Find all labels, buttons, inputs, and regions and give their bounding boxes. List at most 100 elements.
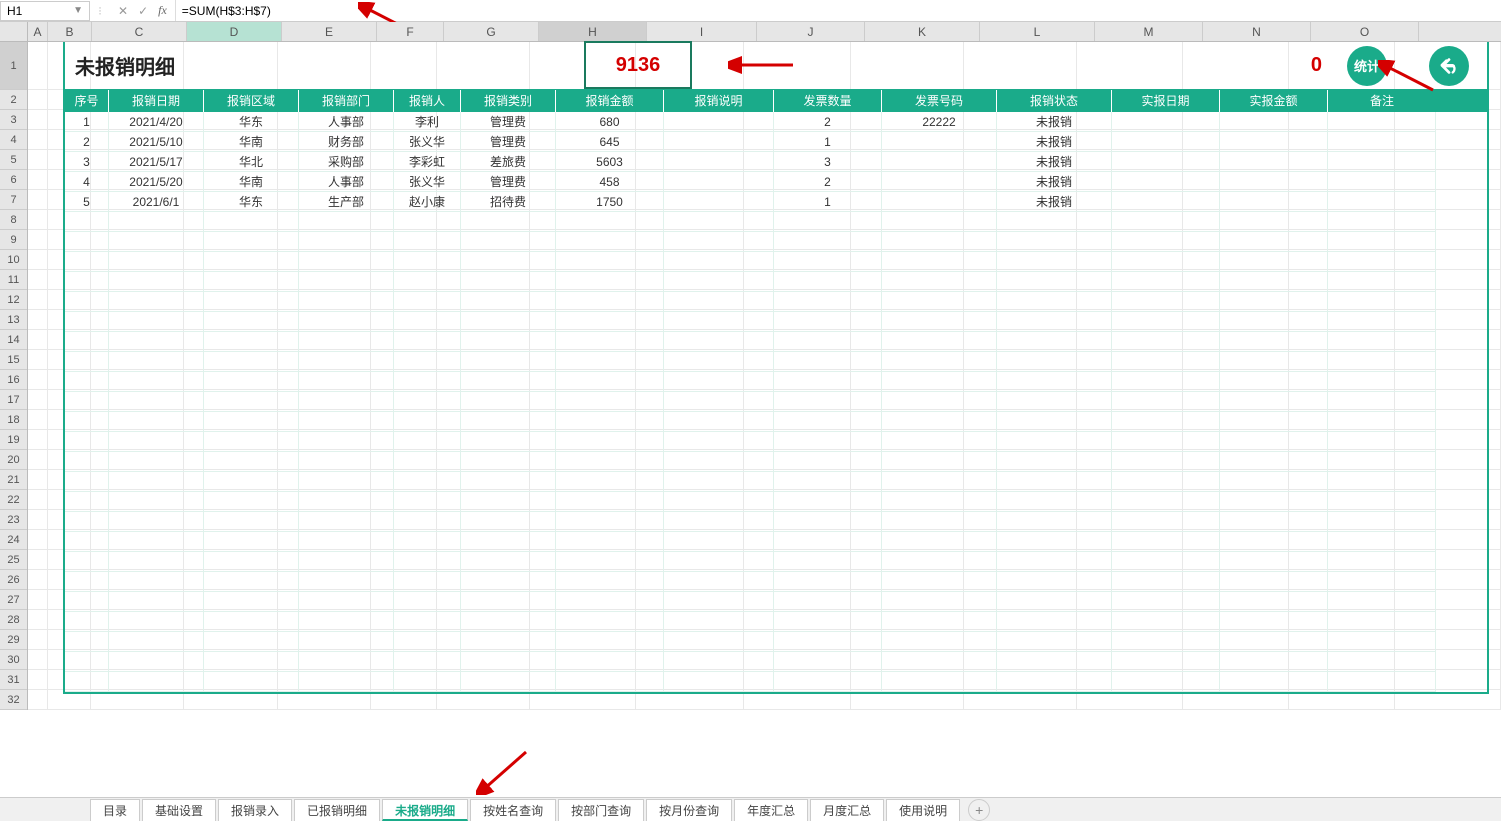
row-header-21[interactable]: 21 bbox=[0, 470, 27, 490]
row-header-16[interactable]: 16 bbox=[0, 370, 27, 390]
table-cell[interactable] bbox=[1112, 172, 1220, 192]
table-cell[interactable]: 645 bbox=[556, 132, 664, 152]
table-cell[interactable] bbox=[664, 152, 774, 172]
table-cell[interactable]: 财务部 bbox=[299, 132, 394, 152]
table-cell[interactable]: 未报销 bbox=[997, 132, 1112, 152]
table-row[interactable]: 12021/4/20华东人事部李利管理费680222222未报销 bbox=[65, 112, 1487, 132]
sheet-tab[interactable]: 按月份查询 bbox=[646, 799, 732, 821]
table-cell[interactable]: 张义华 bbox=[394, 172, 461, 192]
table-cell[interactable]: 2021/4/20 bbox=[109, 112, 204, 132]
table-cell[interactable]: 未报销 bbox=[997, 152, 1112, 172]
table-cell[interactable]: 5 bbox=[65, 192, 109, 212]
column-header-E[interactable]: E bbox=[282, 22, 377, 41]
table-cell[interactable] bbox=[1220, 192, 1328, 212]
column-header-N[interactable]: N bbox=[1203, 22, 1311, 41]
row-header-12[interactable]: 12 bbox=[0, 290, 27, 310]
table-cell[interactable] bbox=[664, 192, 774, 212]
row-header-6[interactable]: 6 bbox=[0, 170, 27, 190]
table-cell[interactable] bbox=[882, 192, 997, 212]
column-header-G[interactable]: G bbox=[444, 22, 539, 41]
table-cell[interactable] bbox=[1220, 112, 1328, 132]
table-cell[interactable] bbox=[1112, 132, 1220, 152]
table-cell[interactable]: 4 bbox=[65, 172, 109, 192]
table-row[interactable]: 32021/5/17华北采购部李彩虹差旅费56033未报销 bbox=[65, 152, 1487, 172]
table-cell[interactable]: 差旅费 bbox=[461, 152, 556, 172]
add-sheet-button[interactable]: + bbox=[968, 799, 990, 821]
table-cell[interactable]: 人事部 bbox=[299, 172, 394, 192]
table-cell[interactable] bbox=[1220, 152, 1328, 172]
table-row[interactable]: 42021/5/20华南人事部张义华管理费4582未报销 bbox=[65, 172, 1487, 192]
table-cell[interactable]: 5603 bbox=[556, 152, 664, 172]
table-cell[interactable]: 张义华 bbox=[394, 132, 461, 152]
table-cell[interactable] bbox=[1220, 132, 1328, 152]
sum-cell-selected[interactable]: 9136 bbox=[584, 41, 692, 89]
column-header-K[interactable]: K bbox=[865, 22, 980, 41]
table-row[interactable]: 22021/5/10华南财务部张义华管理费6451未报销 bbox=[65, 132, 1487, 152]
row-header-19[interactable]: 19 bbox=[0, 430, 27, 450]
table-cell[interactable]: 2021/6/1 bbox=[109, 192, 204, 212]
table-cell[interactable] bbox=[664, 132, 774, 152]
table-cell[interactable] bbox=[1328, 112, 1436, 132]
table-header-cell[interactable]: 报销类别 bbox=[461, 90, 556, 112]
table-cell[interactable]: 未报销 bbox=[997, 172, 1112, 192]
table-cell[interactable]: 生产部 bbox=[299, 192, 394, 212]
table-cell[interactable] bbox=[664, 112, 774, 132]
table-cell[interactable]: 1 bbox=[65, 112, 109, 132]
row-header-27[interactable]: 27 bbox=[0, 590, 27, 610]
column-header-D[interactable]: D bbox=[187, 22, 282, 41]
table-header-cell[interactable]: 报销说明 bbox=[664, 90, 774, 112]
table-cell[interactable] bbox=[882, 172, 997, 192]
table-header-cell[interactable]: 序号 bbox=[65, 90, 109, 112]
column-header-A[interactable]: A bbox=[28, 22, 48, 41]
row-header-22[interactable]: 22 bbox=[0, 490, 27, 510]
table-cell[interactable] bbox=[1328, 172, 1436, 192]
table-cell[interactable] bbox=[1112, 152, 1220, 172]
sheet-tab[interactable]: 目录 bbox=[90, 799, 140, 821]
select-all-corner[interactable] bbox=[0, 22, 28, 41]
sheet-tab[interactable]: 未报销明细 bbox=[382, 799, 468, 821]
enter-icon[interactable]: ✓ bbox=[138, 4, 148, 18]
dropdown-icon[interactable]: ▼ bbox=[73, 5, 83, 16]
table-cell[interactable] bbox=[1328, 192, 1436, 212]
table-header-cell[interactable]: 报销部门 bbox=[299, 90, 394, 112]
table-cell[interactable] bbox=[1220, 172, 1328, 192]
row-header-10[interactable]: 10 bbox=[0, 250, 27, 270]
sheet-tab[interactable]: 使用说明 bbox=[886, 799, 960, 821]
fx-icon[interactable]: fx bbox=[158, 3, 167, 18]
table-cell[interactable]: 2 bbox=[65, 132, 109, 152]
table-cell[interactable]: 赵小康 bbox=[394, 192, 461, 212]
row-header-1[interactable]: 1 bbox=[0, 42, 27, 90]
row-header-20[interactable]: 20 bbox=[0, 450, 27, 470]
row-header-2[interactable]: 2 bbox=[0, 90, 27, 110]
row-header-11[interactable]: 11 bbox=[0, 270, 27, 290]
row-header-5[interactable]: 5 bbox=[0, 150, 27, 170]
row-header-30[interactable]: 30 bbox=[0, 650, 27, 670]
table-cell[interactable]: 未报销 bbox=[997, 192, 1112, 212]
table-cell[interactable] bbox=[664, 172, 774, 192]
sheet[interactable]: 未报销明细 9136 0 统计 bbox=[28, 42, 1501, 710]
row-header-32[interactable]: 32 bbox=[0, 690, 27, 710]
table-cell[interactable]: 1 bbox=[774, 132, 882, 152]
row-header-18[interactable]: 18 bbox=[0, 410, 27, 430]
back-button[interactable] bbox=[1429, 46, 1469, 86]
table-cell[interactable] bbox=[1328, 152, 1436, 172]
table-cell[interactable]: 华北 bbox=[204, 152, 299, 172]
table-cell[interactable] bbox=[1112, 192, 1220, 212]
row-header-8[interactable]: 8 bbox=[0, 210, 27, 230]
table-cell[interactable]: 2021/5/10 bbox=[109, 132, 204, 152]
table-cell[interactable] bbox=[882, 132, 997, 152]
table-cell[interactable]: 22222 bbox=[882, 112, 997, 132]
table-cell[interactable]: 3 bbox=[65, 152, 109, 172]
row-header-9[interactable]: 9 bbox=[0, 230, 27, 250]
table-cell[interactable]: 华南 bbox=[204, 172, 299, 192]
row-header-3[interactable]: 3 bbox=[0, 110, 27, 130]
table-cell[interactable]: 管理费 bbox=[461, 132, 556, 152]
row-header-17[interactable]: 17 bbox=[0, 390, 27, 410]
sheet-tab[interactable]: 月度汇总 bbox=[810, 799, 884, 821]
row-header-29[interactable]: 29 bbox=[0, 630, 27, 650]
sheet-tab[interactable]: 基础设置 bbox=[142, 799, 216, 821]
column-header-C[interactable]: C bbox=[92, 22, 187, 41]
stat-button[interactable]: 统计 bbox=[1347, 46, 1387, 86]
row-header-7[interactable]: 7 bbox=[0, 190, 27, 210]
table-cell[interactable]: 李彩虹 bbox=[394, 152, 461, 172]
